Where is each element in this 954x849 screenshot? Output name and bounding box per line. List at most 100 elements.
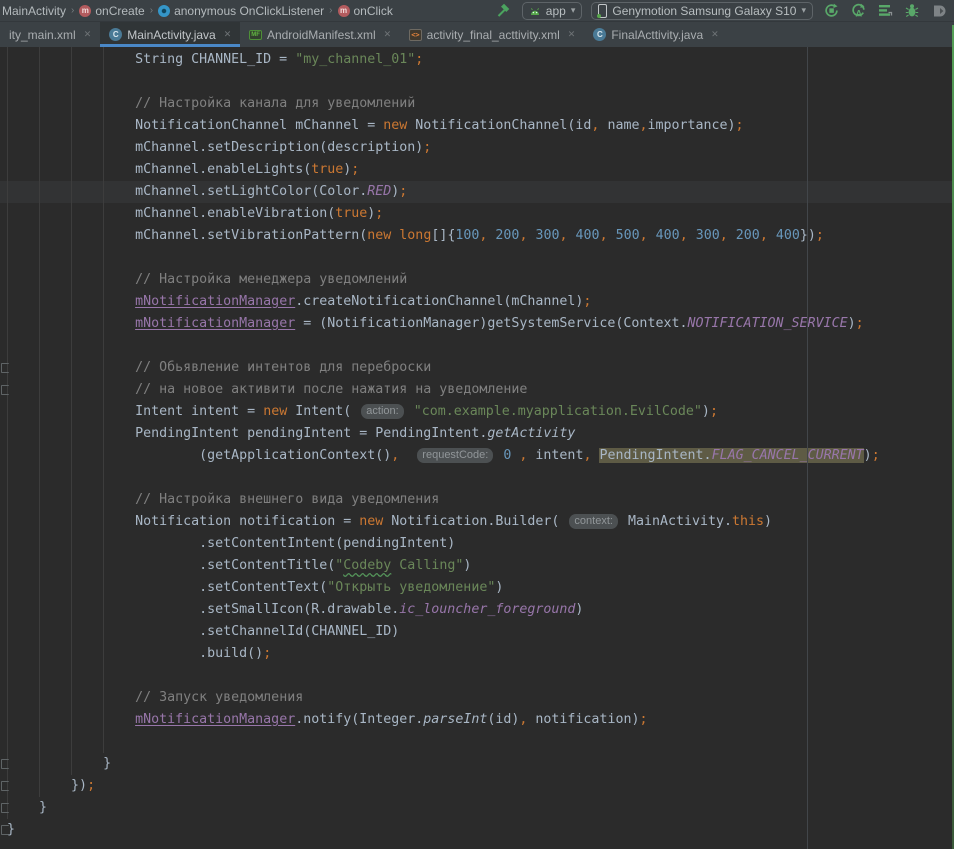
code-line[interactable]: mChannel.enableLights(true);	[7, 159, 954, 181]
code-line[interactable]	[7, 335, 954, 357]
code-line[interactable]: mChannel.setVibrationPattern(new long[]{…	[7, 225, 954, 247]
code-token: .setContentTitle(	[7, 558, 335, 573]
run-config-label: app	[546, 4, 566, 18]
code-line[interactable]: // на новое активити после нажатия на ув…	[7, 379, 954, 401]
apply-changes-restart-button[interactable]	[822, 2, 840, 20]
code-token: true	[335, 206, 367, 221]
code-token: importance)	[647, 118, 735, 133]
code-token: mChannel.setLightColor(Color.	[7, 184, 367, 199]
run-tasks-icon[interactable]	[876, 2, 894, 20]
code-line[interactable]: // Настройка канала для уведомлений	[7, 93, 954, 115]
code-line[interactable]: .setContentTitle("Codeby Calling")	[7, 555, 954, 577]
code-line[interactable]: });	[7, 775, 954, 797]
code-line[interactable]: Notification notification = new Notifica…	[7, 511, 954, 533]
code-line[interactable]: // Настройка менеджера уведомлений	[7, 269, 954, 291]
code-line[interactable]: .setSmallIcon(R.drawable.ic_louncher_for…	[7, 599, 954, 621]
breadcrumb-item[interactable]: MainActivity	[2, 4, 66, 18]
tab-close-icon[interactable]: ✕	[711, 29, 719, 40]
run-config-select[interactable]: app ▾	[522, 2, 583, 20]
breadcrumb-item[interactable]: monClick	[338, 4, 393, 18]
code-line[interactable]: String CHANNEL_ID = "my_channel_01";	[7, 49, 954, 71]
code-line[interactable]: .setContentText("Открыть уведомление")	[7, 577, 954, 599]
editor-tab[interactable]: <>activity_final_acttivity.xml✕	[400, 22, 584, 47]
code-line[interactable]: PendingIntent pendingIntent = PendingInt…	[7, 423, 954, 445]
code-token: .build()	[7, 646, 263, 661]
breadcrumb-item[interactable]: anonymous OnClickListener	[158, 4, 324, 18]
editor-tab[interactable]: MF AndroidManifest.xml ✕	[240, 22, 400, 47]
code-token: .notify(Integer.	[295, 712, 423, 727]
code-line[interactable]: (getApplicationContext(), requestCode: 0…	[7, 445, 954, 467]
tab-close-icon[interactable]: ✕	[84, 29, 92, 40]
code-line[interactable]: mNotificationManager.notify(Integer.pars…	[7, 709, 954, 731]
code-line[interactable]	[7, 71, 954, 93]
manifest-icon: MF	[249, 30, 262, 40]
code-line[interactable]: mChannel.setLightColor(Color.RED);	[0, 181, 954, 203]
fold-marker[interactable]	[1, 781, 9, 791]
code-token: String CHANNEL_ID =	[7, 52, 295, 67]
indent-guide	[7, 47, 8, 819]
code-line[interactable]: // Обьявление интентов для переброски	[7, 357, 954, 379]
tab-close-icon[interactable]: ✕	[224, 29, 232, 40]
code-token: new	[383, 118, 407, 133]
profile-button[interactable]	[930, 2, 948, 20]
code-line[interactable]: }	[7, 797, 954, 819]
code-token	[568, 228, 576, 243]
code-line[interactable]: .setContentIntent(pendingIntent)	[7, 533, 954, 555]
editor-tab[interactable]: ity_main.xml ✕	[0, 22, 100, 47]
code-line[interactable]	[7, 467, 954, 489]
code-line[interactable]: }	[7, 753, 954, 775]
code-token: ,	[680, 228, 688, 243]
breadcrumb: MainActivity›monCreate›anonymous OnClick…	[2, 4, 393, 18]
tab-close-icon[interactable]: ✕	[568, 29, 576, 40]
code-token: ,	[720, 228, 728, 243]
code-token: ;	[583, 294, 591, 309]
code-line[interactable]: mChannel.enableVibration(true);	[7, 203, 954, 225]
code-token: RED	[367, 184, 391, 199]
fold-marker[interactable]	[1, 385, 9, 395]
debug-button[interactable]	[903, 2, 921, 20]
code-token: long	[399, 228, 431, 243]
code-token: )	[575, 602, 583, 617]
code-line[interactable]: NotificationChannel mChannel = new Notif…	[7, 115, 954, 137]
indent-guide	[39, 47, 40, 797]
editor-tab[interactable]: CMainActivity.java✕	[100, 22, 240, 47]
build-hammer-button[interactable]	[495, 2, 513, 20]
apply-code-changes-button[interactable]: A	[849, 2, 867, 20]
code-token: Intent intent =	[7, 404, 263, 419]
code-line[interactable]: .build();	[7, 643, 954, 665]
code-line[interactable]	[7, 247, 954, 269]
code-token: this	[732, 514, 764, 529]
code-line[interactable]: }	[7, 819, 954, 841]
tab-label: AndroidManifest.xml	[267, 28, 376, 42]
code-editor[interactable]: String CHANNEL_ID = "my_channel_01"; // …	[0, 47, 954, 849]
code-token: NOTIFICATION_SERVICE	[687, 316, 847, 331]
fold-marker[interactable]	[1, 825, 9, 835]
code-line[interactable]: mNotificationManager = (NotificationMana…	[7, 313, 954, 335]
breadcrumb-item[interactable]: monCreate	[79, 4, 144, 18]
code-line[interactable]: // Настройка внешнего вида уведомления	[7, 489, 954, 511]
code-line[interactable]: mChannel.setDescription(description);	[7, 137, 954, 159]
code-token: (id)	[487, 712, 519, 727]
right-margin-guide	[807, 47, 808, 849]
editor-tab[interactable]: CFinalActtivity.java✕	[584, 22, 727, 47]
code-line[interactable]	[7, 665, 954, 687]
code-token: intent	[527, 448, 583, 463]
code-line[interactable]: Intent intent = new Intent( action: "com…	[7, 401, 954, 423]
code-token: })	[7, 778, 87, 793]
code-line[interactable]: // Запуск уведомления	[7, 687, 954, 709]
fold-marker[interactable]	[1, 363, 9, 373]
tab-close-icon[interactable]: ✕	[384, 29, 392, 40]
code-line[interactable]	[7, 731, 954, 753]
code-token: mChannel.setDescription(description)	[7, 140, 423, 155]
fold-marker[interactable]	[1, 759, 9, 769]
code-token: )	[463, 558, 471, 573]
code-line[interactable]: mNotificationManager.createNotificationC…	[7, 291, 954, 313]
svg-text:A: A	[855, 9, 862, 19]
code-token: Calling"	[391, 558, 463, 573]
tab-label: ity_main.xml	[9, 28, 76, 42]
editor-tab-bar: ity_main.xml✕CMainActivity.java✕MFAndroi…	[0, 22, 954, 47]
code-line[interactable]: .setChannelId(CHANNEL_ID)	[7, 621, 954, 643]
device-select[interactable]: Genymotion Samsung Galaxy S10 ▾	[591, 2, 813, 20]
code-token: ,	[640, 228, 648, 243]
fold-marker[interactable]	[1, 803, 9, 813]
